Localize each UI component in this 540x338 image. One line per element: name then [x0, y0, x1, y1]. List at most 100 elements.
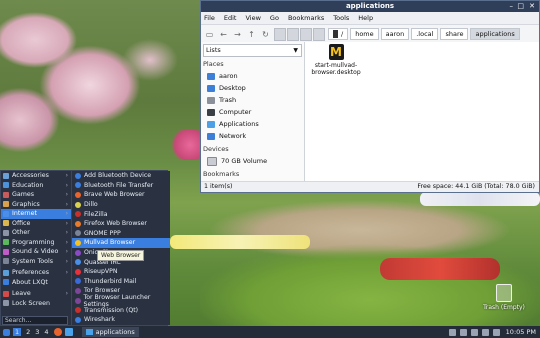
up-arrow-icon[interactable]: ↑: [246, 29, 257, 40]
menu-go[interactable]: Go: [270, 14, 279, 22]
place-aaron[interactable]: aaron: [201, 70, 304, 82]
menu-bookmarks[interactable]: Bookmarks: [288, 14, 324, 22]
breadcrumb-applications[interactable]: applications: [470, 28, 520, 40]
menu-app-gnome-ppp[interactable]: GNOME PPP: [72, 229, 170, 239]
firefox-icon[interactable]: [53, 328, 62, 336]
menu-category-education[interactable]: Education ›: [1, 181, 71, 191]
breadcrumb-share[interactable]: share: [440, 28, 469, 40]
menu-category-internet[interactable]: Internet ›: [1, 209, 71, 219]
view-compact-button[interactable]: [300, 27, 312, 41]
menu-category-graphics[interactable]: Graphics ›: [1, 200, 71, 210]
reload-icon[interactable]: ↻: [260, 29, 271, 40]
menu-category-accessories[interactable]: Accessories ›: [1, 171, 71, 181]
start-menu-button[interactable]: [3, 328, 10, 336]
app-icon: [75, 220, 81, 227]
place-computer[interactable]: Computer: [201, 106, 304, 118]
window-titlebar[interactable]: applications – □ ✕: [201, 1, 539, 12]
category-icon: [3, 201, 9, 208]
back-arrow-icon[interactable]: ←: [218, 29, 229, 40]
view-details-button[interactable]: [313, 27, 325, 41]
category-label: Internet: [12, 210, 38, 218]
app-icon: [75, 191, 81, 198]
app-label: Mullvad Browser: [84, 239, 136, 247]
menu-app-filezilla[interactable]: FileZilla: [72, 209, 170, 219]
menu-category-office[interactable]: Office ›: [1, 219, 71, 229]
menu-help[interactable]: Help: [358, 14, 373, 22]
folder-icon: [207, 72, 215, 80]
menu-view[interactable]: View: [245, 14, 260, 22]
category-icon: [3, 172, 9, 179]
yellow-flowerbed: [170, 235, 310, 249]
place-applications[interactable]: Applications: [201, 118, 304, 130]
view-icons-button[interactable]: [274, 27, 286, 41]
file-item[interactable]: M start-mullvad- browser.desktop: [307, 44, 365, 76]
place-desktop[interactable]: Desktop: [201, 82, 304, 94]
breadcrumb-aaron[interactable]: aaron: [380, 28, 410, 40]
place-network[interactable]: Network: [201, 130, 304, 142]
category-label: System Tools: [12, 257, 53, 265]
device-volume[interactable]: 70 GB Volume: [201, 155, 304, 167]
menu-tools[interactable]: Tools: [333, 14, 349, 22]
chevron-right-icon: ›: [65, 210, 68, 218]
close-button[interactable]: ✕: [529, 1, 535, 12]
file-view[interactable]: M start-mullvad- browser.desktop: [305, 42, 539, 183]
breadcrumb-local[interactable]: .local: [411, 28, 439, 40]
category-label: Sound & Video: [12, 248, 59, 256]
menu-app-thunderbird-mail[interactable]: Thunderbird Mail: [72, 277, 170, 287]
bluetooth-icon[interactable]: [470, 328, 478, 336]
notification-icon[interactable]: [492, 328, 500, 336]
app-label: Thunderbird Mail: [84, 277, 137, 285]
volume-icon[interactable]: [481, 328, 489, 336]
menu-app-dillo[interactable]: Dillo: [72, 200, 170, 210]
taskbar-task-applications[interactable]: applications: [81, 327, 139, 337]
menu-category-programming[interactable]: Programming ›: [1, 238, 71, 248]
category-icon: [3, 210, 9, 217]
app-label: Add Bluetooth Device: [84, 172, 152, 180]
menu-app-mullvad-browser[interactable]: Mullvad Browser: [72, 238, 170, 248]
place-trash[interactable]: Trash: [201, 94, 304, 106]
workspace-3[interactable]: 3: [35, 328, 39, 336]
view-thumbnails-button[interactable]: [287, 27, 299, 41]
menu-app-firefox-web-browser[interactable]: Firefox Web Browser: [72, 219, 170, 229]
menu-app-wireshark[interactable]: Wireshark: [72, 315, 170, 325]
menu-app-riseupvpn[interactable]: RiseupVPN: [72, 267, 170, 277]
menu-app-add-bluetooth-device[interactable]: Add Bluetooth Device: [72, 171, 170, 181]
keyboard-icon[interactable]: [448, 328, 456, 336]
category-icon: [3, 248, 9, 255]
menu-category-lock-screen[interactable]: Lock Screen: [1, 299, 71, 309]
menu-app-tor-browser-launcher-settings[interactable]: Tor Browser Launcher Settings: [72, 294, 170, 308]
breadcrumb-root[interactable]: /: [328, 28, 349, 40]
maximize-button[interactable]: □: [517, 1, 524, 12]
breadcrumb-home[interactable]: home: [350, 28, 379, 40]
menu-category-leave[interactable]: Leave ›: [1, 289, 71, 299]
menu-app-bluetooth-file-transfer[interactable]: Bluetooth File Transfer: [72, 181, 170, 191]
menu-category-games[interactable]: Games ›: [1, 190, 71, 200]
clock[interactable]: 10:05 PM: [506, 328, 536, 336]
app-icon: [75, 316, 81, 323]
menu-category-sound-video[interactable]: Sound & Video ›: [1, 247, 71, 257]
chevron-down-icon: ▼: [293, 47, 298, 54]
app-icon: [75, 182, 81, 189]
side-pane-mode-select[interactable]: Lists ▼: [203, 44, 302, 57]
category-icon: [3, 279, 9, 286]
menu-category-system-tools[interactable]: System Tools ›: [1, 257, 71, 267]
workspace-1[interactable]: 1: [13, 328, 22, 336]
red-flowerbed: [380, 258, 500, 280]
menu-search-input[interactable]: Search...: [2, 316, 68, 325]
menu-category-about-lxqt[interactable]: About LXQt: [1, 278, 71, 288]
file-manager-icon[interactable]: [64, 328, 73, 336]
menu-edit[interactable]: Edit: [224, 14, 237, 22]
menu-category-other[interactable]: Other ›: [1, 228, 71, 238]
network-icon[interactable]: [459, 328, 467, 336]
category-label: Education: [12, 181, 44, 189]
menu-category-preferences[interactable]: Preferences ›: [1, 268, 71, 278]
workspace-2[interactable]: 2: [26, 328, 30, 336]
workspace-4[interactable]: 4: [44, 328, 48, 336]
menu-file[interactable]: File: [204, 14, 215, 22]
forward-arrow-icon[interactable]: →: [232, 29, 243, 40]
desktop-trash[interactable]: Trash (Empty): [479, 284, 529, 311]
minimize-button[interactable]: –: [510, 1, 514, 12]
new-tab-icon[interactable]: ▭: [204, 29, 215, 40]
chevron-right-icon: ›: [65, 248, 68, 256]
menu-app-brave-web-browser[interactable]: Brave Web Browser: [72, 190, 170, 200]
